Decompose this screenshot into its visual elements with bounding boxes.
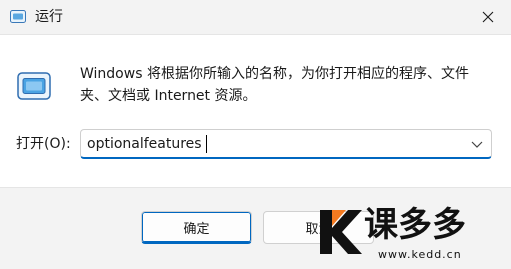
- run-combobox[interactable]: [80, 129, 492, 159]
- description-text: Windows 将根据你所输入的名称，为你打开相应的程序、文件夹、文档或 Int…: [80, 66, 469, 104]
- ok-button[interactable]: 确定: [141, 211, 252, 244]
- run-input[interactable]: [87, 133, 457, 155]
- run-dialog-icon: [17, 72, 51, 100]
- watermark-brand: 课多多: [364, 205, 466, 245]
- text-caret: [206, 135, 207, 153]
- open-label: 打开(O):: [16, 136, 71, 152]
- run-dialog-icon: [10, 10, 26, 23]
- watermark-logo: 课多多 www.kedd.cn: [316, 200, 511, 269]
- chevron-down-icon[interactable]: [471, 139, 483, 149]
- dialog-content: Windows 将根据你所输入的名称，为你打开相应的程序、文件夹、文档或 Int…: [0, 34, 511, 188]
- logo-k-icon: [320, 210, 362, 254]
- window-title: 运行: [35, 9, 63, 25]
- close-button[interactable]: [465, 0, 511, 34]
- close-icon: [482, 11, 494, 23]
- title-bar: 运行: [0, 0, 511, 34]
- watermark-url: www.kedd.cn: [378, 248, 462, 261]
